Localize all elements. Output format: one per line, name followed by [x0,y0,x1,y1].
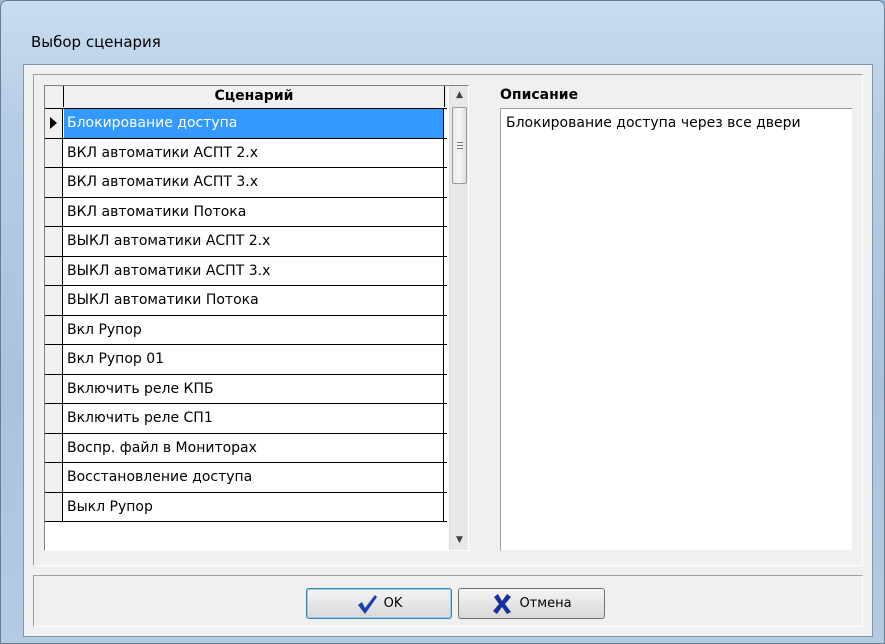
scenario-cell[interactable]: Вкл Рупор [64,315,444,344]
vertical-scrollbar[interactable]: ▲ ▼ [449,86,468,550]
description-label: Описание [500,87,579,103]
grip-line [457,145,463,146]
scenario-cell[interactable]: Восстановление доступа [64,463,444,492]
scenario-cell[interactable]: ВКЛ автоматики АСПТ 2.х [64,138,444,167]
description-box[interactable]: Блокирование доступа через все двери [500,108,853,551]
button-panel: OK Отмена [33,575,863,627]
table-row[interactable]: ВЫКЛ автоматики Потока [45,286,447,316]
window-title: Выбор сценария [31,33,161,51]
grip-line [457,148,463,149]
scenario-grid[interactable]: Сценарий Блокирование доступа ВКЛ автомат… [44,85,469,551]
scrollbar-thumb[interactable] [452,107,467,184]
ok-button[interactable]: OK [306,588,452,619]
table-row[interactable]: ВЫКЛ автоматики АСПТ 3.х [45,256,447,286]
cancel-button-label: Отмена [519,596,572,611]
table-row[interactable]: Вкл Рупор 01 [45,345,447,375]
row-indicator[interactable] [45,286,63,315]
ok-button-label: OK [383,596,403,611]
row-indicator[interactable] [45,345,63,374]
scenario-cell[interactable]: Включить реле СП1 [64,404,444,433]
arrow-down-icon[interactable]: ▼ [450,531,468,550]
row-indicator[interactable] [45,433,63,462]
row-indicator[interactable] [45,315,63,344]
grid-rows: Блокирование доступа ВКЛ автоматики АСПТ … [45,109,447,522]
table-row[interactable]: Блокирование доступа [45,109,447,139]
table-row[interactable]: ВКЛ автоматики АСПТ 2.х [45,138,447,168]
checkmark-icon [357,594,377,614]
table-row[interactable]: Восстановление доступа [45,463,447,493]
row-indicator[interactable] [45,492,63,521]
scenario-cell[interactable]: Выкл Рупор [64,492,444,521]
row-indicator[interactable] [45,197,63,226]
scenario-cell[interactable]: ВКЛ автоматики АСПТ 3.х [64,168,444,197]
scenario-cell[interactable]: Вкл Рупор 01 [64,345,444,374]
arrow-up-icon[interactable]: ▲ [450,86,468,105]
row-indicator[interactable] [45,109,63,138]
cross-icon [493,593,512,614]
row-indicator[interactable] [45,138,63,167]
table-row[interactable]: Включить реле СП1 [45,404,447,434]
table-row[interactable]: Выкл Рупор [45,492,447,522]
current-row-arrow-icon [50,117,57,129]
grid-header: Сценарий [45,86,447,109]
grip-line [457,142,463,143]
table-row[interactable]: ВЫКЛ автоматики АСПТ 2.х [45,227,447,257]
row-indicator[interactable] [45,168,63,197]
row-indicator[interactable] [45,404,63,433]
scenario-cell[interactable]: Включить реле КПБ [64,374,444,403]
row-indicator[interactable] [45,374,63,403]
header-indicator-cell [45,86,64,107]
content-panel: Сценарий Блокирование доступа ВКЛ автомат… [33,74,863,566]
dialog-window: Выбор сценария Сценарий Блокирование дос… [0,0,885,644]
table-row[interactable]: ВКЛ автоматики Потока [45,197,447,227]
scenario-cell[interactable]: Блокирование доступа [64,109,444,138]
scenario-cell[interactable]: ВЫКЛ автоматики Потока [64,286,444,315]
column-header-scenario[interactable]: Сценарий [64,86,445,107]
scenario-cell[interactable]: ВКЛ автоматики Потока [64,197,444,226]
table-row[interactable]: ВКЛ автоматики АСПТ 3.х [45,168,447,198]
row-indicator[interactable] [45,227,63,256]
table-row[interactable]: Включить реле КПБ [45,374,447,404]
table-row[interactable]: Воспр. файл в Мониторах [45,433,447,463]
table-row[interactable]: Вкл Рупор [45,315,447,345]
row-indicator[interactable] [45,463,63,492]
scenario-cell[interactable]: ВЫКЛ автоматики АСПТ 3.х [64,256,444,285]
scenario-cell[interactable]: ВЫКЛ автоматики АСПТ 2.х [64,227,444,256]
cancel-button[interactable]: Отмена [458,588,605,619]
row-indicator[interactable] [45,256,63,285]
dialog-body: Сценарий Блокирование доступа ВКЛ автомат… [23,64,873,637]
scenario-cell[interactable]: Воспр. файл в Мониторах [64,433,444,462]
